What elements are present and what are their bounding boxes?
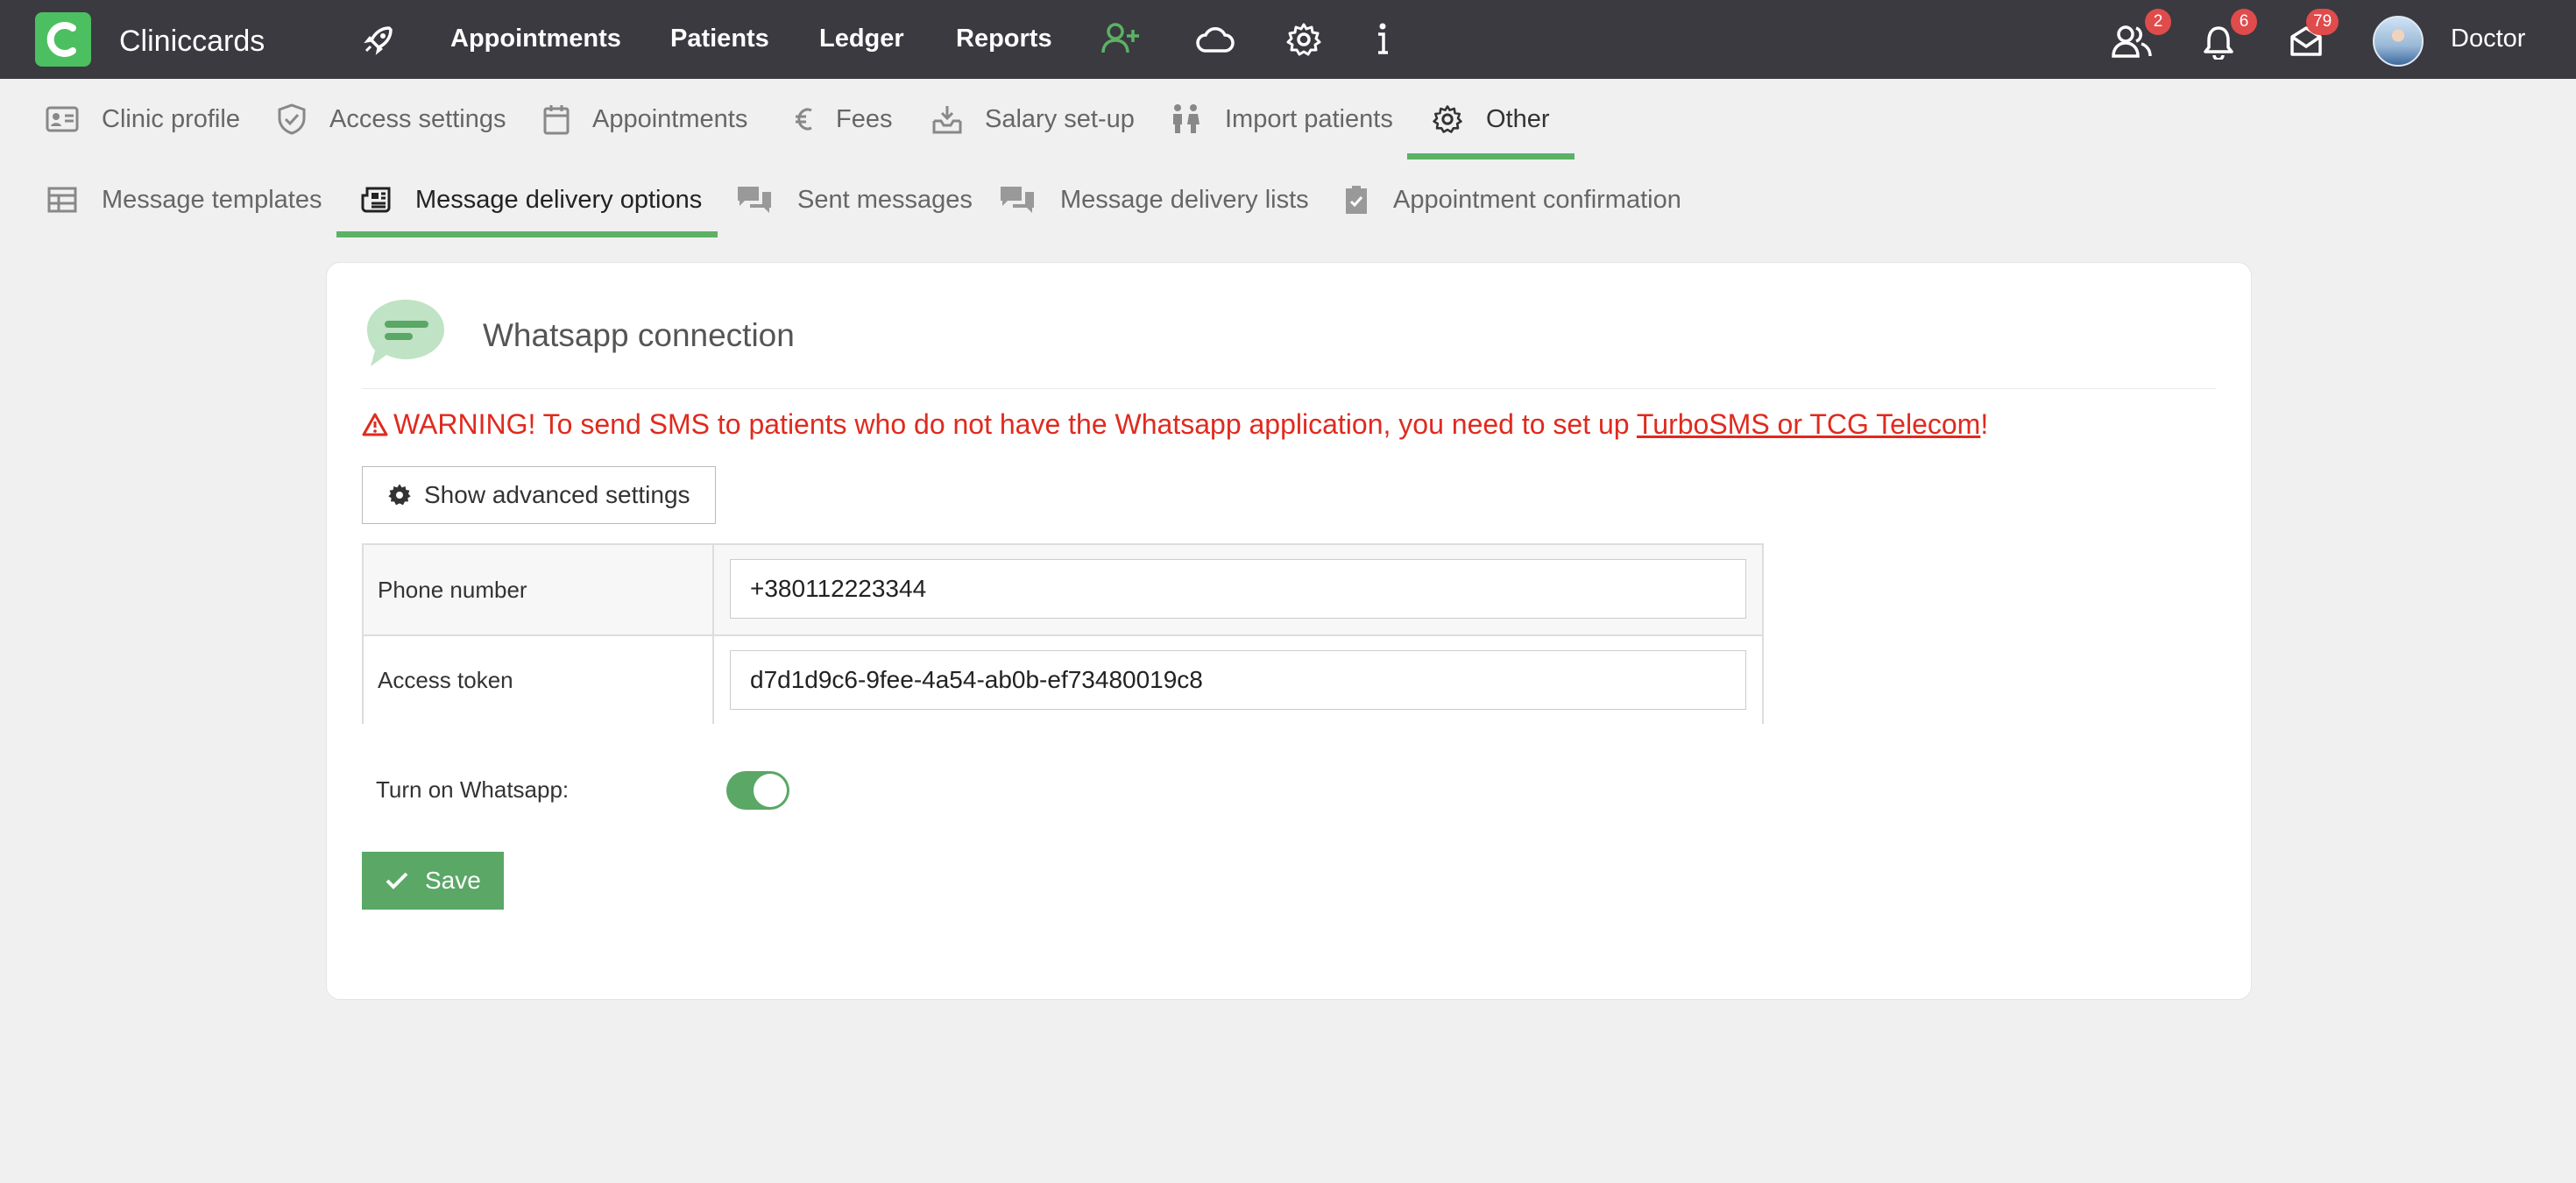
phone-number-label: Phone number [364, 545, 714, 634]
messages-badge: 79 [2306, 9, 2339, 35]
toggle-knob [754, 774, 787, 807]
subtab-appointment-confirmation[interactable]: Appointment confirmation [1344, 162, 1681, 237]
show-advanced-settings-button[interactable]: Show advanced settings [362, 466, 716, 524]
tab-clinic-profile[interactable]: Clinic profile [46, 79, 240, 159]
tab-label: Message templates [102, 185, 322, 214]
users-icon[interactable] [2112, 25, 2152, 62]
tab-appointments[interactable]: Appointments [543, 79, 747, 159]
tab-label: Access settings [329, 104, 506, 133]
tab-fees[interactable]: Fees [794, 79, 892, 159]
tab-label: Message delivery options [415, 185, 703, 214]
app-logo[interactable] [35, 12, 91, 67]
cloud-icon[interactable] [1195, 25, 1235, 59]
user-name[interactable]: Doctor [2451, 25, 2525, 53]
tab-label: Message delivery lists [1060, 185, 1309, 214]
access-token-label: Access token [364, 636, 714, 724]
tab-label: Import patients [1225, 104, 1393, 133]
money-tray-icon [932, 103, 962, 135]
tab-salary-setup[interactable]: Salary set-up [932, 79, 1135, 159]
whatsapp-connection-card: Whatsapp connection WARNING! To send SMS… [326, 262, 2252, 1000]
tab-access-settings[interactable]: Access settings [277, 79, 506, 159]
table-row: Phone number [364, 545, 1762, 634]
avatar[interactable] [2373, 16, 2424, 67]
chat-bubbles-icon [999, 185, 1036, 215]
newspaper-icon [361, 187, 391, 213]
chat-bubbles-icon [736, 185, 773, 215]
save-button[interactable]: Save [362, 852, 504, 910]
warning-suffix: ! [1980, 408, 1989, 440]
gear-icon [1432, 103, 1463, 135]
people-icon [1169, 103, 1202, 135]
subtab-sent-messages[interactable]: Sent messages [736, 162, 973, 237]
button-label: Save [425, 867, 481, 894]
tab-label: Sent messages [797, 185, 973, 214]
id-card-icon [46, 106, 79, 132]
notifications-badge: 6 [2231, 9, 2257, 35]
settings-tabs: Clinic profile Access settings Appointme… [0, 79, 2576, 159]
nav-reports[interactable]: Reports [956, 25, 1052, 53]
tab-label: Appointment confirmation [1393, 185, 1681, 214]
logo-c-icon [46, 22, 76, 57]
tab-label: Salary set-up [985, 104, 1135, 133]
tab-label: Fees [836, 104, 893, 133]
connection-settings-table: Phone number Access token [362, 543, 1764, 724]
subtab-message-delivery-options[interactable]: Message delivery options [336, 162, 718, 237]
button-label: Show advanced settings [424, 481, 690, 508]
warning-message: WARNING! To send SMS to patients who do … [362, 408, 1988, 441]
tab-import-patients[interactable]: Import patients [1169, 79, 1393, 159]
add-user-icon[interactable] [1100, 21, 1141, 60]
users-badge: 2 [2145, 9, 2171, 35]
tab-label: Appointments [592, 104, 748, 133]
check-icon [385, 871, 409, 890]
euro-icon [794, 105, 813, 133]
tab-label: Other [1486, 104, 1550, 133]
gear-icon[interactable] [1285, 21, 1322, 62]
subtab-message-templates[interactable]: Message templates [47, 162, 322, 237]
top-bar: Cliniccards Appointments Patients Ledger… [0, 0, 2576, 79]
warning-text: WARNING! To send SMS to patients who do … [393, 408, 1637, 440]
access-token-input[interactable] [730, 650, 1746, 710]
phone-number-input[interactable] [730, 559, 1746, 619]
turbosms-link[interactable]: TurboSMS or TCG Telecom [1637, 408, 1980, 440]
info-icon[interactable] [1374, 19, 1391, 64]
brand-name[interactable]: Cliniccards [119, 25, 265, 59]
nav-appointments[interactable]: Appointments [450, 25, 621, 53]
nav-ledger[interactable]: Ledger [819, 25, 904, 53]
tab-label: Clinic profile [102, 104, 240, 133]
tab-other[interactable]: Other [1407, 79, 1574, 159]
bell-icon[interactable] [2203, 25, 2234, 64]
table-icon [47, 187, 77, 213]
whatsapp-toggle[interactable] [726, 771, 789, 810]
whatsapp-toggle-label: Turn on Whatsapp: [376, 776, 570, 803]
shield-check-icon [277, 103, 307, 136]
divider [362, 388, 2216, 389]
nav-patients[interactable]: Patients [670, 25, 769, 53]
table-row: Access token [364, 634, 1762, 724]
subtab-message-delivery-lists[interactable]: Message delivery lists [999, 162, 1309, 237]
warning-icon [362, 412, 388, 436]
clipboard-check-icon [1344, 184, 1369, 216]
gear-icon [387, 483, 412, 507]
chat-icon [362, 296, 449, 376]
rocket-icon[interactable] [363, 23, 396, 60]
card-title: Whatsapp connection [483, 317, 795, 353]
calendar-icon [543, 103, 570, 135]
sub-tabs: Message templates Message delivery optio… [0, 162, 2576, 237]
